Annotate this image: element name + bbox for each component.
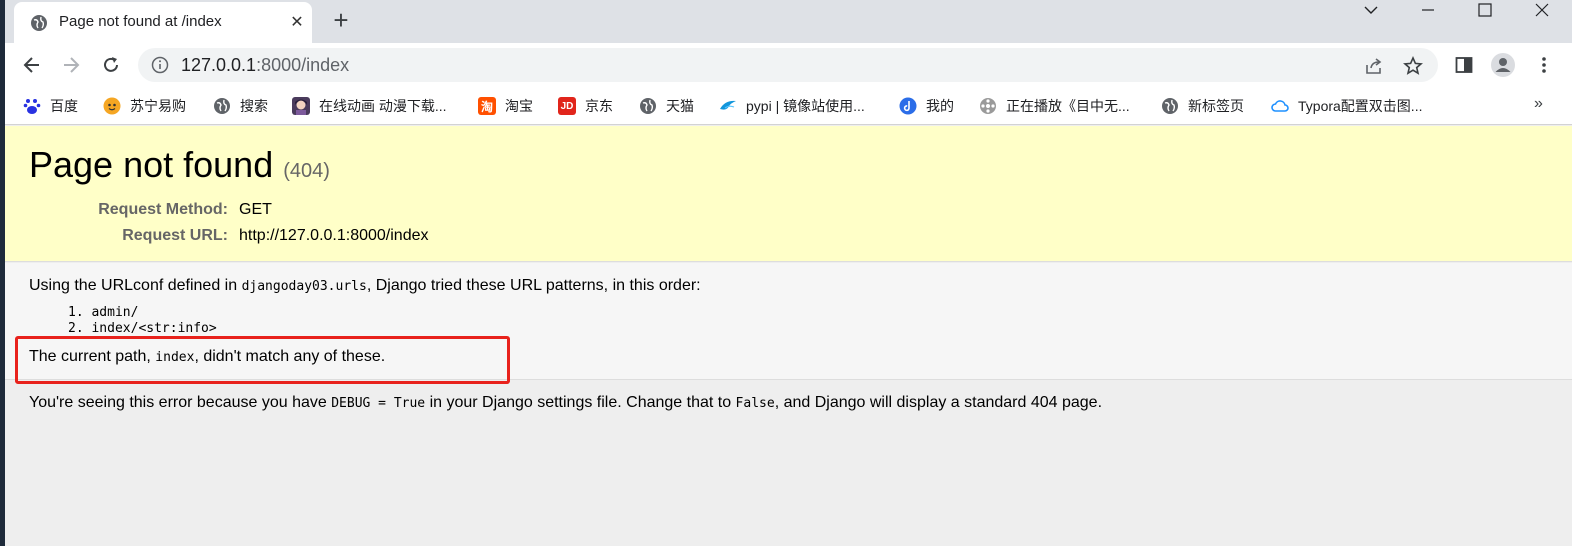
baidu-icon [23, 97, 41, 115]
debug-setting-code: DEBUG = True [331, 396, 426, 411]
url-host: 127.0.0.1 [181, 55, 257, 75]
taobao-icon: 淘 [478, 97, 496, 115]
bookmarks-bar: 百度 苏宁易购 搜索 在线动画 动漫下载... 淘 淘宝 JD 京东 天猫 py… [0, 87, 1572, 125]
debug-explanation: You're seeing this error because you hav… [29, 394, 1102, 412]
bookmark-mine[interactable]: 我的 [899, 96, 954, 116]
anime-avatar-icon [292, 97, 310, 115]
bookmark-jd[interactable]: JD 京东 [558, 96, 613, 116]
tab-active[interactable]: Page not found at /index ✕ [14, 2, 312, 43]
desktop-edge [0, 0, 5, 546]
url-pattern-item: 1. admin/ [68, 305, 139, 320]
bookmark-label: 正在播放《目中无... [1006, 98, 1130, 114]
bookmark-anime[interactable]: 在线动画 动漫下载... [292, 96, 447, 116]
film-icon [979, 97, 997, 115]
bookmark-now-playing[interactable]: 正在播放《目中无... [979, 96, 1130, 116]
request-url-label: Request URL: [122, 227, 228, 244]
forward-arrow-icon[interactable] [58, 52, 84, 78]
suning-icon [103, 97, 121, 115]
globe-icon [213, 97, 231, 115]
explanation-prefix: You're seeing this error because you hav… [29, 394, 332, 411]
bookmark-label: 淘宝 [505, 98, 533, 114]
close-tab-icon[interactable]: ✕ [287, 12, 307, 32]
urlconf-module: djangoday03.urls [241, 279, 367, 294]
cloud-icon [1271, 97, 1289, 115]
bookmark-label: Typora配置双击图... [1298, 98, 1423, 114]
bookmark-label: 天猫 [666, 98, 694, 114]
urlconf-text: Using the URLconf defined in djangoday03… [29, 277, 701, 295]
status-code: (404) [283, 160, 330, 182]
new-tab-button[interactable]: + [329, 7, 353, 33]
bookmark-label: 我的 [926, 98, 954, 114]
bookmark-label: 百度 [50, 98, 78, 114]
bookmark-taobao[interactable]: 淘 淘宝 [478, 96, 533, 116]
bookmark-suning[interactable]: 苏宁易购 [103, 96, 186, 116]
bookmark-label: 苏宁易购 [130, 98, 186, 114]
chevron-down-icon[interactable] [1356, 0, 1386, 20]
tab-title: Page not found at /index [59, 13, 222, 30]
music-icon [899, 97, 917, 115]
urlconf-prefix: Using the URLconf defined in [29, 277, 242, 294]
bookmark-typora[interactable]: Typora配置双击图... [1271, 96, 1422, 116]
bookmark-label: pypi | 镜像站使用... [746, 98, 865, 114]
red-highlight-box [15, 336, 510, 384]
page-title-text: Page not found [29, 144, 274, 185]
bookmark-search[interactable]: 搜索 [213, 96, 268, 116]
request-method-value: GET [239, 201, 272, 218]
reload-icon[interactable] [98, 52, 124, 78]
url-pattern-item: 2. index/<str:info> [68, 321, 217, 336]
error-summary: Page not found (404) Request Method: GET… [0, 126, 1572, 262]
info-icon[interactable] [151, 56, 169, 74]
star-icon[interactable] [1403, 56, 1423, 76]
maximize-icon[interactable] [1470, 0, 1500, 20]
toolbar: 127.0.0.1:8000/index [0, 43, 1572, 87]
urlconf-suffix: , Django tried these URL patterns, in th… [366, 277, 701, 294]
globe-icon [1161, 97, 1179, 115]
tab-strip: Page not found at /index ✕ + [0, 0, 1572, 43]
profile-avatar-icon[interactable] [1491, 53, 1515, 77]
side-panel-icon[interactable] [1452, 53, 1476, 77]
bookmarks-overflow-icon[interactable]: » [1534, 95, 1543, 113]
window-close-icon[interactable] [1527, 0, 1557, 20]
more-menu-icon[interactable] [1532, 53, 1556, 77]
address-bar[interactable]: 127.0.0.1:8000/index [138, 48, 1438, 82]
false-code: False [735, 396, 775, 411]
url-text[interactable]: 127.0.0.1:8000/index [181, 55, 349, 76]
url-path: :8000/index [256, 55, 350, 75]
globe-icon [639, 97, 657, 115]
request-method-label: Request Method: [98, 201, 228, 218]
bookmark-label: 京东 [585, 98, 613, 114]
explanation-suffix: , and Django will display a standard 404… [774, 394, 1103, 411]
page-title: Page not found (404) [29, 144, 330, 186]
globe-icon [31, 15, 47, 31]
page-content: Page not found (404) Request Method: GET… [0, 126, 1572, 546]
back-arrow-icon[interactable] [19, 52, 45, 78]
bookmark-new-tab[interactable]: 新标签页 [1161, 96, 1244, 116]
bird-icon [719, 97, 737, 115]
jd-icon: JD [558, 97, 576, 115]
bookmark-pypi[interactable]: pypi | 镜像站使用... [719, 96, 865, 116]
bookmark-label: 搜索 [240, 98, 268, 114]
bookmark-baidu[interactable]: 百度 [23, 96, 78, 116]
minimize-icon[interactable] [1413, 0, 1443, 20]
share-icon[interactable] [1364, 56, 1384, 76]
bookmark-tmall[interactable]: 天猫 [639, 96, 694, 116]
bookmark-label: 在线动画 动漫下载... [319, 98, 447, 114]
request-url-value: http://127.0.0.1:8000/index [239, 227, 429, 244]
bookmark-label: 新标签页 [1188, 98, 1244, 114]
explanation-mid: in your Django settings file. Change tha… [425, 394, 736, 411]
